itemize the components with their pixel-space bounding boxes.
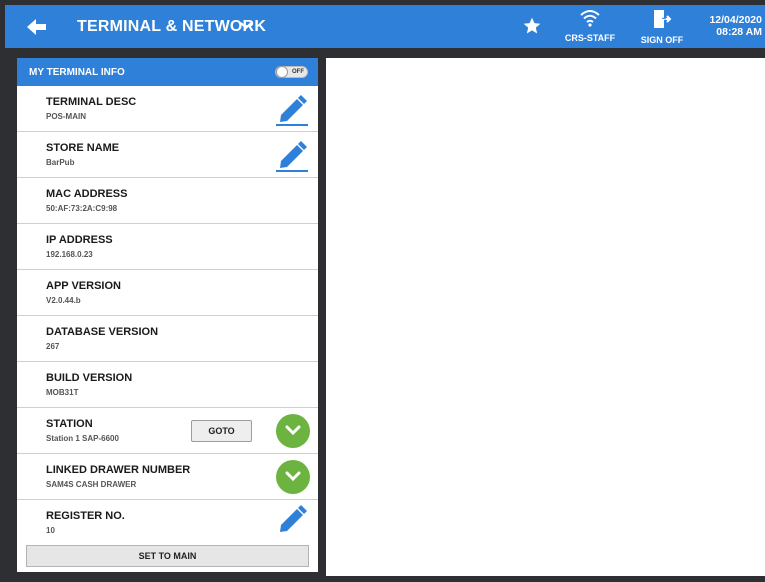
toggle-knob — [276, 66, 288, 78]
goto-button[interactable]: GOTO — [191, 420, 252, 442]
star-icon[interactable] — [522, 16, 542, 36]
date-text: 12/04/2020 — [709, 14, 762, 26]
station-select-button[interactable] — [276, 414, 310, 448]
row-label: IP ADDRESS — [46, 234, 113, 246]
row-value: V2.0.44.b — [46, 296, 81, 305]
set-to-main-button[interactable]: SET TO MAIN — [26, 545, 309, 567]
terminal-info-toggle[interactable]: OFF — [275, 66, 308, 78]
detail-content-area — [326, 58, 765, 576]
sign-off-button[interactable]: SIGN OFF — [636, 9, 688, 45]
row-app-version: APP VERSION V2.0.44.b — [17, 270, 318, 316]
row-label: BUILD VERSION — [46, 372, 133, 384]
toggle-state: OFF — [292, 69, 304, 75]
row-database-version: DATABASE VERSION 267 — [17, 316, 318, 362]
chevron-down-icon — [285, 425, 301, 436]
row-value: BarPub — [46, 158, 75, 167]
back-arrow-icon[interactable] — [25, 16, 49, 38]
page-title[interactable]: TERMINAL & NETWORK — [77, 18, 266, 36]
panel-title: MY TERMINAL INFO — [29, 67, 125, 78]
row-label: LINKED DRAWER NUMBER — [46, 464, 191, 476]
row-value: SAM4S CASH DRAWER — [46, 480, 137, 489]
row-value: POS-MAIN — [46, 112, 86, 121]
wifi-icon — [580, 10, 600, 31]
row-value: Station 1 SAP-6600 — [46, 434, 119, 443]
row-linked-drawer: LINKED DRAWER NUMBER SAM4S CASH DRAWER — [17, 454, 318, 500]
row-build-version: BUILD VERSION MOB31T — [17, 362, 318, 408]
terminal-info-panel: MY TERMINAL INFO OFF TERMINAL DESC POS-M… — [17, 58, 318, 572]
top-bar: TERMINAL & NETWORK CRS-STAFF SIGN OFF 12… — [5, 5, 765, 48]
row-label: STORE NAME — [46, 142, 120, 154]
row-ip-address: IP ADDRESS 192.168.0.23 — [17, 224, 318, 270]
row-label: REGISTER NO. — [46, 510, 125, 522]
row-value: 10 — [46, 526, 55, 535]
chevron-down-icon — [285, 471, 301, 482]
pencil-icon[interactable] — [276, 138, 308, 172]
row-mac-address: MAC ADDRESS 50:AF:73:2A:C9:98 — [17, 178, 318, 224]
row-store-name: STORE NAME BarPub — [17, 132, 318, 178]
row-label: MAC ADDRESS — [46, 188, 128, 200]
row-label: DATABASE VERSION — [46, 326, 159, 338]
row-value: 192.168.0.23 — [46, 250, 93, 259]
drawer-select-button[interactable] — [276, 460, 310, 494]
row-value: MOB31T — [46, 388, 79, 397]
row-value: 267 — [46, 342, 60, 351]
row-label: TERMINAL DESC — [46, 96, 137, 108]
panel-header: MY TERMINAL INFO OFF — [17, 58, 318, 86]
exit-door-icon — [652, 10, 672, 33]
row-value: 50:AF:73:2A:C9:98 — [46, 204, 118, 213]
sign-off-label: SIGN OFF — [640, 35, 684, 45]
user-label: CRS-STAFF — [564, 33, 616, 43]
date-time: 12/04/2020 08:28 AM — [709, 14, 762, 38]
row-register-no: REGISTER NO. 10 — [17, 500, 318, 546]
time-text: 08:28 AM — [716, 26, 762, 38]
row-label: STATION — [46, 418, 93, 430]
row-label: APP VERSION — [46, 280, 121, 292]
pencil-icon[interactable] — [276, 504, 308, 538]
row-terminal-desc: TERMINAL DESC POS-MAIN — [17, 86, 318, 132]
pencil-icon[interactable] — [276, 92, 308, 126]
network-user-button[interactable]: CRS-STAFF — [561, 9, 619, 43]
row-station: STATION Station 1 SAP-6600 GOTO — [17, 408, 318, 454]
chevron-down-icon[interactable] — [239, 19, 253, 33]
